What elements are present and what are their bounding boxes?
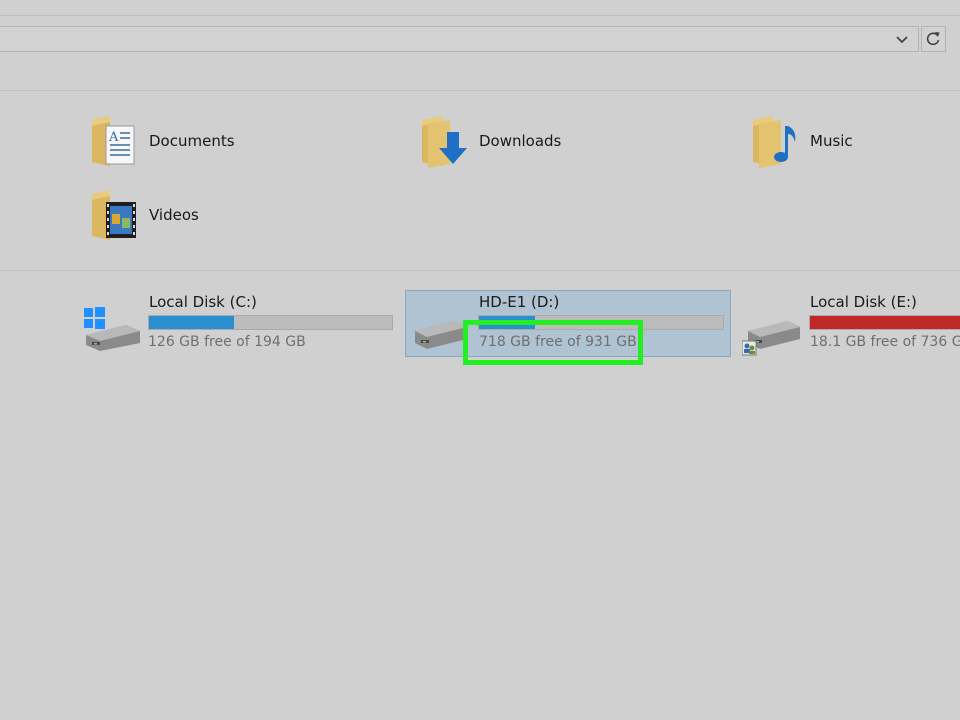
free-space-callout-box (463, 320, 643, 365)
documents-folder-icon: A (92, 116, 135, 166)
section-divider (0, 270, 960, 271)
folder-item-downloads[interactable]: Downloads (420, 114, 620, 170)
folder-item-documents[interactable]: A Documents (90, 114, 290, 170)
folder-item-music[interactable]: Music (751, 114, 931, 170)
hard-drive-icon (415, 321, 467, 349)
section-divider (0, 90, 960, 91)
address-bar[interactable] (0, 26, 919, 52)
videos-folder-icon (92, 190, 136, 240)
folder-label: Documents (149, 132, 235, 150)
drive-free-space: 126 GB free of 194 GB (148, 334, 306, 350)
downloads-folder-icon (422, 116, 467, 168)
music-folder-icon (753, 116, 796, 168)
refresh-icon (926, 32, 940, 46)
drive-name: Local Disk (C:) (149, 293, 257, 311)
drive-name: HD-E1 (D:) (479, 293, 560, 311)
network-drive-icon (742, 321, 800, 356)
drive-usage-bar (148, 315, 393, 330)
drive-item-c[interactable]: Local Disk (C:) 126 GB free of 194 GB (82, 293, 402, 359)
folder-label: Downloads (479, 132, 562, 150)
toolbar-divider (0, 15, 960, 16)
drive-usage-bar (809, 315, 960, 330)
svg-text:A: A (108, 130, 119, 145)
windows-drive-icon (84, 307, 140, 351)
folder-label: Videos (149, 206, 199, 224)
drive-usage-fill (149, 316, 235, 329)
drive-free-space: 18.1 GB free of 736 GB (810, 334, 960, 350)
refresh-button[interactable] (921, 26, 946, 52)
drive-item-e[interactable]: Local Disk (E:) 18.1 GB free of 736 GB (742, 293, 960, 359)
folder-label: Music (810, 132, 853, 150)
drive-usage-fill (810, 316, 960, 329)
drive-name: Local Disk (E:) (810, 293, 917, 311)
chevron-down-icon[interactable] (894, 30, 910, 48)
folder-item-videos[interactable]: Videos (90, 188, 290, 244)
